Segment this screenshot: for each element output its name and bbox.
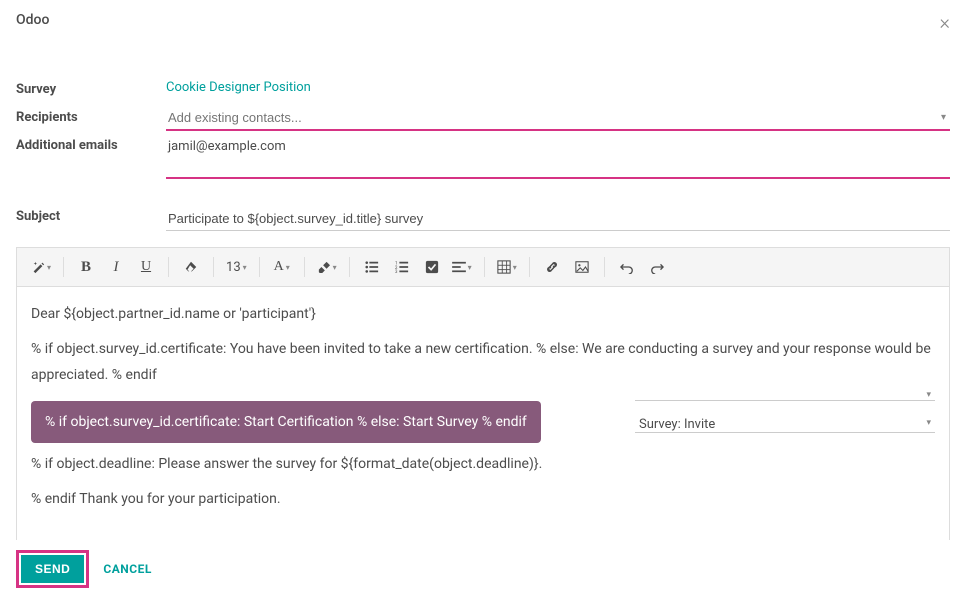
svg-text:3: 3 [395, 270, 398, 274]
chevron-down-icon: ▾ [926, 415, 931, 432]
italic-icon[interactable]: I [102, 254, 130, 280]
emails-tags[interactable]: jamil@example.com [166, 136, 950, 159]
template-value: Survey: Invite [639, 417, 715, 432]
image-icon[interactable] [568, 254, 596, 280]
additional-emails-row: Additional emails jamil@example.com [16, 136, 950, 179]
ol-icon[interactable]: 123 [388, 254, 416, 280]
close-icon[interactable]: × [940, 12, 950, 32]
align-icon[interactable]: ▾ [448, 254, 476, 280]
cancel-button[interactable]: CANCEL [103, 562, 151, 576]
attachment-select[interactable]: ▾ [635, 383, 935, 401]
modal-body: Survey Cookie Designer Position Recipien… [0, 40, 966, 602]
table-icon[interactable]: ▾ [493, 254, 521, 280]
editor-body-2: % if object.deadline: Please answer the … [31, 451, 935, 478]
magic-icon[interactable]: ▾ [27, 254, 55, 280]
survey-label: Survey [16, 80, 166, 97]
modal-header: Odoo × [0, 0, 966, 40]
eraser-icon[interactable] [177, 254, 205, 280]
recipients-input[interactable] [166, 108, 950, 131]
chevron-down-icon[interactable]: ▾ [941, 112, 946, 123]
underline-icon[interactable]: U [132, 254, 160, 280]
undo-icon[interactable] [613, 254, 641, 280]
subject-input[interactable] [166, 207, 950, 231]
chevron-down-icon: ▾ [926, 387, 931, 404]
bold-icon[interactable]: B [72, 254, 100, 280]
editor-body-3: % endif Thank you for your participation… [31, 486, 935, 513]
link-icon[interactable] [538, 254, 566, 280]
redo-icon[interactable] [643, 254, 671, 280]
ul-icon[interactable] [358, 254, 386, 280]
rich-text-editor: ▾ B I U 13▾ A▾ [16, 247, 950, 542]
recipients-row: Recipients ▾ [16, 108, 950, 132]
highlight-icon[interactable]: ▾ [313, 254, 341, 280]
survey-link[interactable]: Cookie Designer Position [166, 80, 311, 95]
additional-emails-label: Additional emails [16, 136, 166, 153]
modal-footer: SEND CANCEL [0, 540, 966, 602]
modal-title: Odoo [16, 12, 49, 28]
recipients-label: Recipients [16, 108, 166, 125]
editor-greeting: Dear ${object.partner_id.name or 'partic… [31, 301, 935, 328]
font-size-select[interactable]: 13▾ [222, 254, 251, 280]
template-select[interactable]: Survey: Invite ▾ [635, 411, 935, 433]
subject-row: Subject [16, 207, 950, 231]
share-survey-modal: Odoo × Survey Cookie Designer Position R… [0, 0, 966, 602]
send-highlight: SEND [16, 550, 89, 588]
editor-content[interactable]: Dear ${object.partner_id.name or 'partic… [17, 287, 949, 541]
start-survey-button[interactable]: % if object.survey_id.certificate: Start… [31, 401, 541, 444]
checklist-icon[interactable] [418, 254, 446, 280]
email-tag[interactable]: jamil@example.com [166, 138, 288, 155]
editor-body-1: % if object.survey_id.certificate: You h… [31, 336, 935, 389]
send-button[interactable]: SEND [21, 555, 84, 583]
required-underline [166, 177, 950, 179]
subject-label: Subject [16, 207, 166, 224]
font-color-icon[interactable]: A▾ [268, 254, 296, 280]
editor-toolbar: ▾ B I U 13▾ A▾ [17, 248, 949, 287]
survey-row: Survey Cookie Designer Position [16, 80, 950, 104]
